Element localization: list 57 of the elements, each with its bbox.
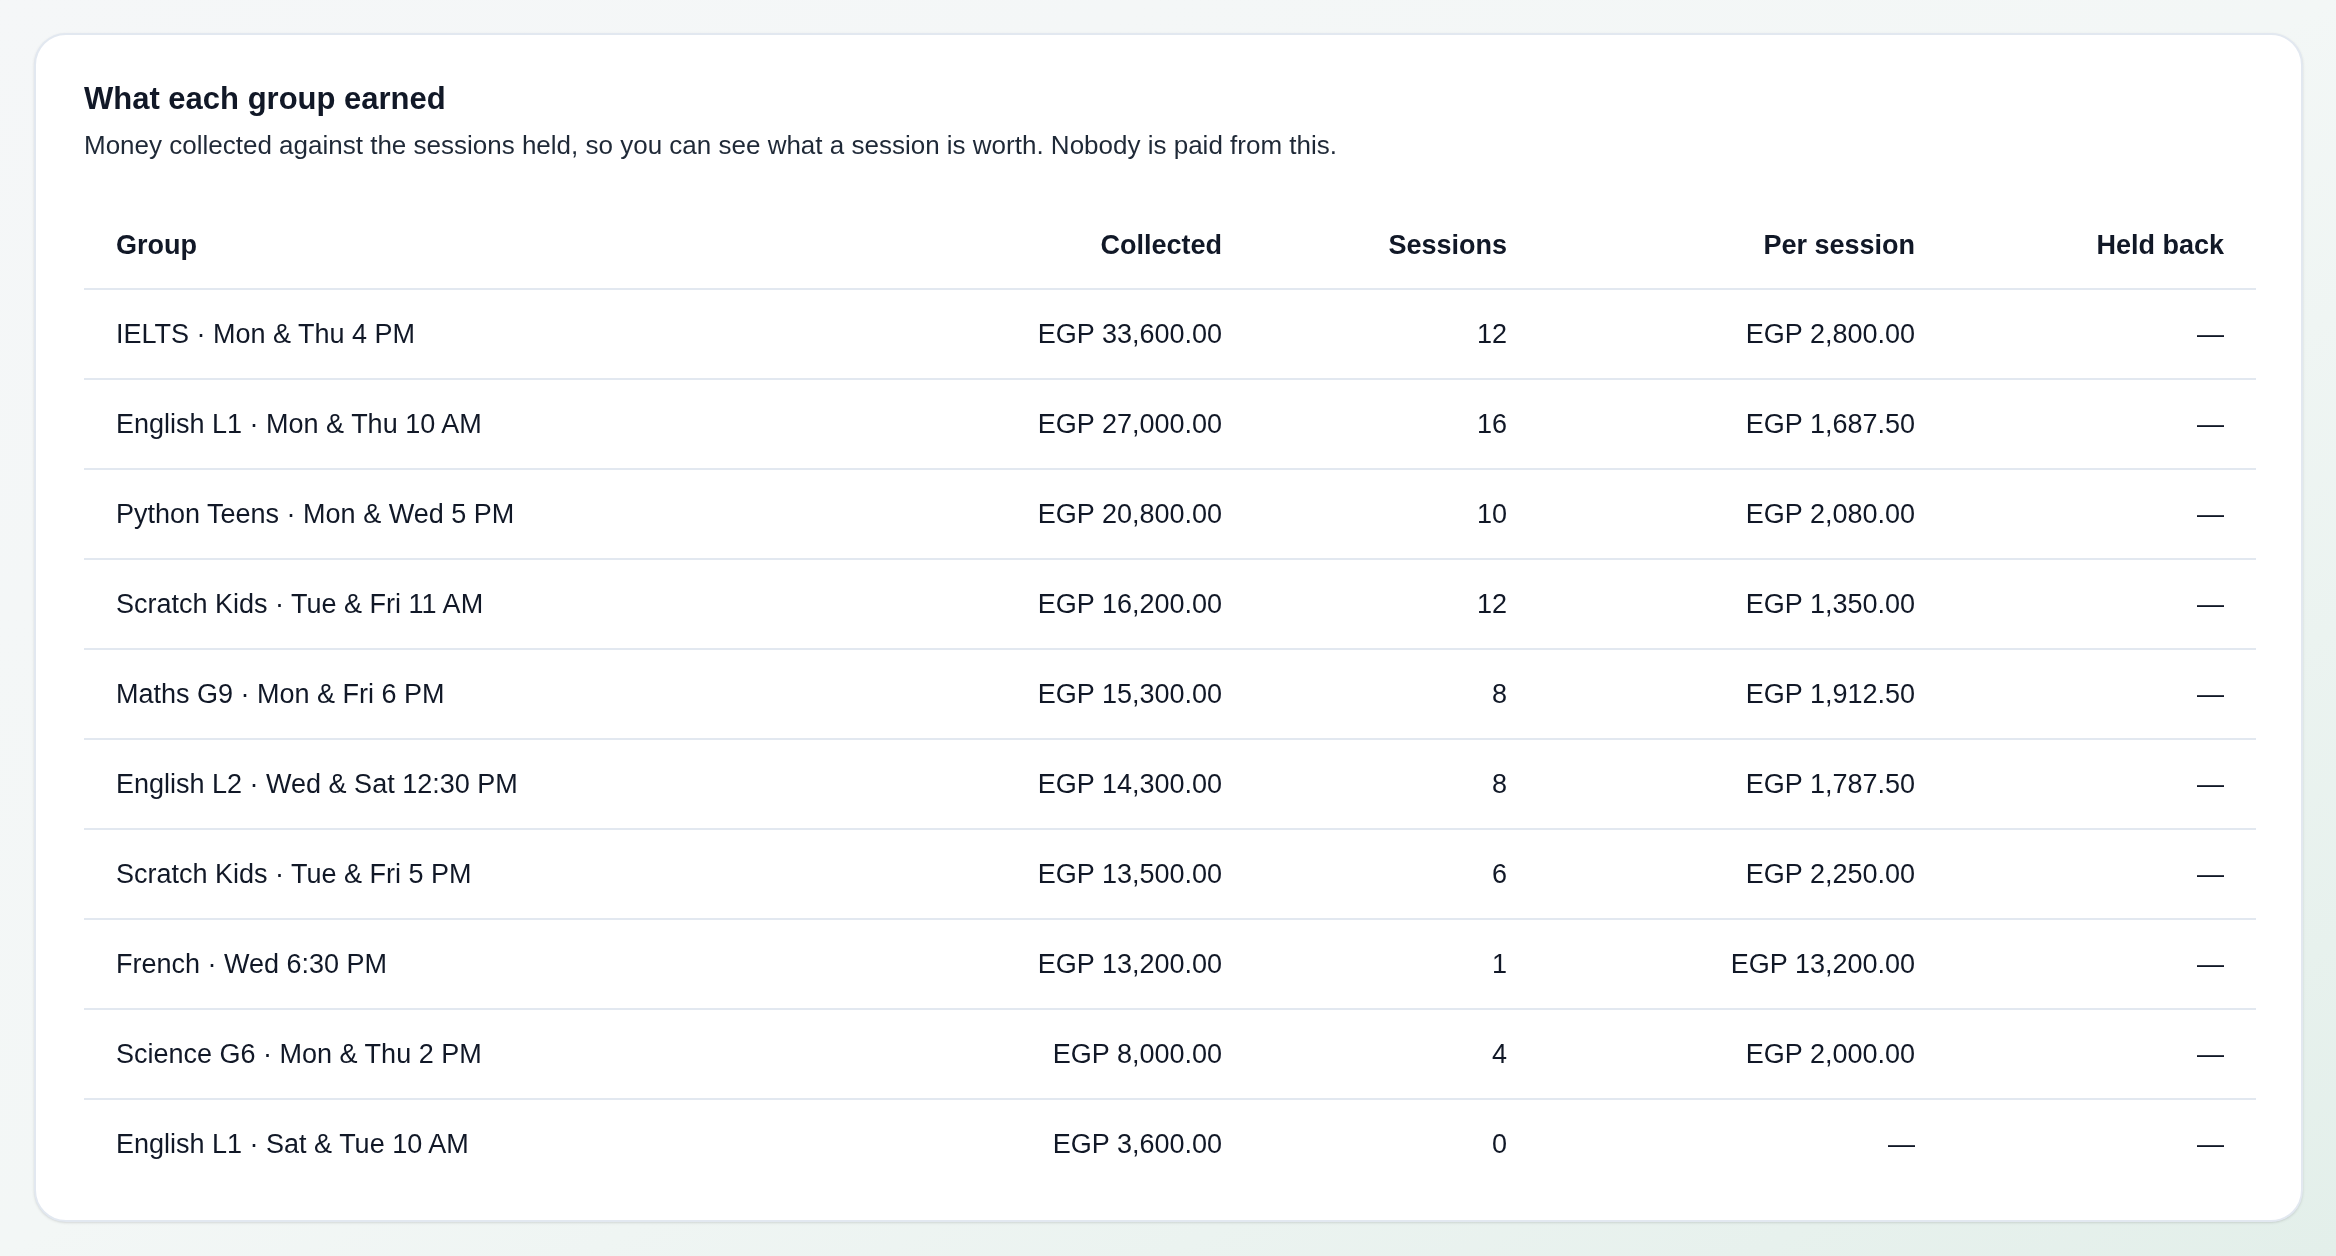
table-cell: — [1947, 739, 2256, 829]
table-cell: EGP 13,200.00 [754, 919, 1254, 1009]
table-cell: Scratch Kids · Tue & Fri 5 PM [84, 829, 754, 919]
table-cell: English L1 · Mon & Thu 10 AM [84, 379, 754, 469]
table-cell: — [1947, 379, 2256, 469]
table-cell: — [1947, 1009, 2256, 1099]
table-cell: EGP 1,787.50 [1539, 739, 1947, 829]
card-description: Money collected against the sessions held, so you can see what a session is worth. Nobody is paid from this. [84, 129, 1338, 162]
table-cell: English L2 · Wed & Sat 12:30 PM [84, 739, 754, 829]
table-cell: — [1947, 649, 2256, 739]
column-header: Group [84, 203, 754, 289]
table-cell: Scratch Kids · Tue & Fri 11 AM [84, 559, 754, 649]
table-cell: — [1947, 829, 2256, 919]
table-cell: — [1947, 289, 2256, 379]
table-cell: French · Wed 6:30 PM [84, 919, 754, 1009]
table-cell: 16 [1254, 379, 1539, 469]
table-cell: English L1 · Sat & Tue 10 AM [84, 1099, 754, 1189]
table-cell: EGP 3,600.00 [754, 1099, 1254, 1189]
table-cell: EGP 8,000.00 [754, 1009, 1254, 1099]
table-cell: EGP 16,200.00 [754, 559, 1254, 649]
table-cell: — [1947, 559, 2256, 649]
table-cell: 8 [1254, 739, 1539, 829]
table-cell: 8 [1254, 649, 1539, 739]
table-cell: 6 [1254, 829, 1539, 919]
table-cell: — [1947, 1099, 2256, 1189]
table-cell: EGP 15,300.00 [754, 649, 1254, 739]
table-cell: EGP 14,300.00 [754, 739, 1254, 829]
table-cell: 4 [1254, 1009, 1539, 1099]
table-cell: Science G6 · Mon & Thu 2 PM [84, 1009, 754, 1099]
table-cell: EGP 1,912.50 [1539, 649, 1947, 739]
table-cell: EGP 2,800.00 [1539, 289, 1947, 379]
table-cell: — [1947, 919, 2256, 1009]
column-header: Per session [1539, 203, 1947, 289]
table-cell: Python Teens · Mon & Wed 5 PM [84, 469, 754, 559]
table-cell: EGP 2,000.00 [1539, 1009, 1947, 1099]
table-cell: EGP 20,800.00 [754, 469, 1254, 559]
table-cell: EGP 2,080.00 [1539, 469, 1947, 559]
table-cell: EGP 1,350.00 [1539, 559, 1947, 649]
column-header: Collected [754, 203, 1254, 289]
table-cell: 10 [1254, 469, 1539, 559]
table-cell: EGP 2,250.00 [1539, 829, 1947, 919]
table-cell: EGP 33,600.00 [754, 289, 1254, 379]
table-cell: IELTS · Mon & Thu 4 PM [84, 289, 754, 379]
column-header: Held back [1947, 203, 2256, 289]
table-cell: 0 [1254, 1099, 1539, 1189]
table-cell: 12 [1254, 559, 1539, 649]
table-cell: 12 [1254, 289, 1539, 379]
table-cell: EGP 13,500.00 [754, 829, 1254, 919]
table-cell: 1 [1254, 919, 1539, 1009]
table-cell: EGP 13,200.00 [1539, 919, 1947, 1009]
column-header: Sessions [1254, 203, 1539, 289]
table-cell: EGP 27,000.00 [754, 379, 1254, 469]
table-cell: — [1947, 469, 2256, 559]
card-title: What each group earned [84, 81, 447, 117]
table-cell: EGP 1,687.50 [1539, 379, 1947, 469]
table-cell: — [1539, 1099, 1947, 1189]
table-cell: Maths G9 · Mon & Fri 6 PM [84, 649, 754, 739]
